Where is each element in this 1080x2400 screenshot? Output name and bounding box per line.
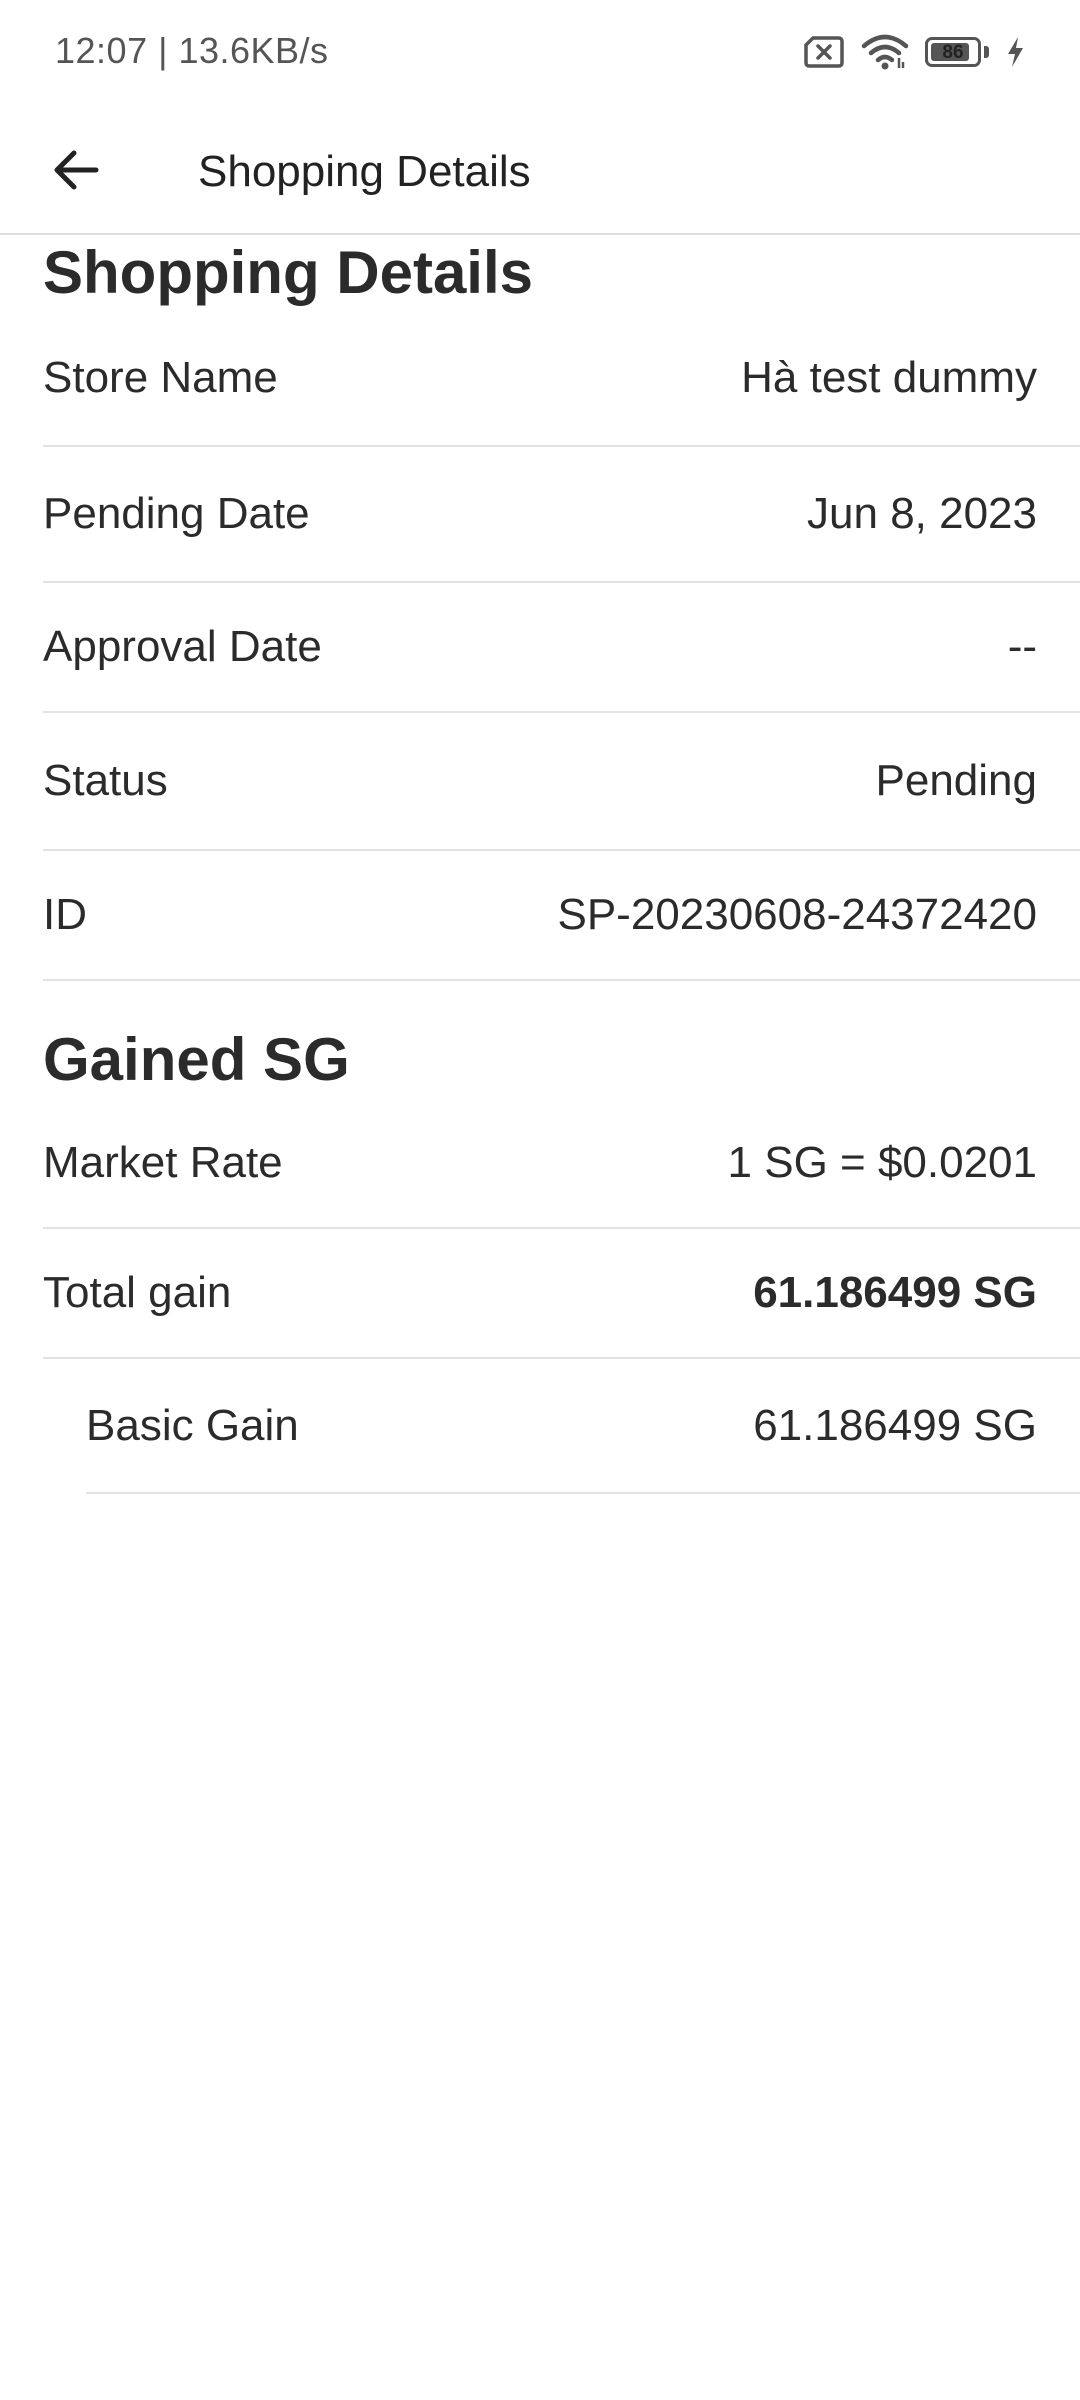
approval-date-value: -- (1007, 622, 1037, 671)
gained-sg-list: Market Rate 1 SG = $0.0201 Total gain 61… (43, 1099, 1080, 1494)
app-bar: Shopping Details (0, 110, 1080, 235)
detail-row-status: Status Pending (43, 713, 1080, 851)
app-bar-title: Shopping Details (198, 147, 531, 196)
detail-row-approval-date: Approval Date -- (43, 583, 1080, 713)
shopping-details-list: Store Name Hà test dummy Pending Date Ju… (43, 310, 1080, 981)
store-name-value: Hà test dummy (741, 352, 1037, 402)
details-content: Shopping Details Store Name Hà test dumm… (43, 235, 1080, 1494)
shopping-details-heading: Shopping Details (43, 239, 534, 306)
gain-row-basic-gain: Basic Gain 61.186499 SG (86, 1359, 1080, 1494)
detail-row-store-name: Store Name Hà test dummy (43, 310, 1080, 447)
status-value: Pending (875, 756, 1037, 805)
pending-date-label: Pending Date (43, 489, 310, 538)
back-button[interactable] (40, 136, 112, 208)
basic-gain-value: 61.186499 SG (753, 1400, 1037, 1450)
detail-row-pending-date: Pending Date Jun 8, 2023 (43, 447, 1080, 583)
detail-row-id: ID SP-20230608-24372420 (43, 851, 1080, 981)
gained-sg-heading: Gained SG (43, 1026, 350, 1093)
screen: 12:07 | 13.6KB/s 86 Shopping Details Sho… (0, 0, 1080, 2400)
wifi-icon (861, 34, 909, 70)
battery-icon: 86 (925, 35, 989, 69)
basic-gain-label: Basic Gain (86, 1400, 299, 1450)
store-name-label: Store Name (43, 352, 278, 402)
charging-bolt-icon (1005, 36, 1025, 68)
total-gain-label: Total gain (43, 1268, 232, 1317)
arrow-left-icon (50, 144, 102, 201)
status-icons: 86 (803, 34, 1025, 70)
id-value: SP-20230608-24372420 (557, 890, 1037, 939)
id-label: ID (43, 890, 87, 939)
pending-date-value: Jun 8, 2023 (807, 489, 1037, 538)
battery-level: 86 (942, 42, 964, 63)
status-label: Status (43, 756, 168, 805)
gain-row-total-gain: Total gain 61.186499 SG (43, 1229, 1080, 1359)
sim-missing-icon (803, 35, 845, 69)
status-bar: 12:07 | 13.6KB/s 86 (0, 0, 1080, 110)
gain-row-market-rate: Market Rate 1 SG = $0.0201 (43, 1099, 1080, 1229)
market-rate-value: 1 SG = $0.0201 (727, 1138, 1037, 1187)
market-rate-label: Market Rate (43, 1138, 283, 1187)
total-gain-value: 61.186499 SG (753, 1268, 1037, 1317)
battery-cap (984, 46, 989, 58)
approval-date-label: Approval Date (43, 622, 322, 671)
status-time: 12:07 | 13.6KB/s (55, 30, 329, 71)
